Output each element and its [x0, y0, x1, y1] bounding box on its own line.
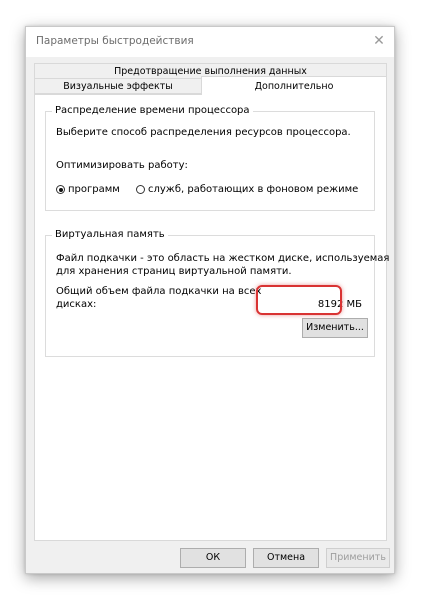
radio-programs[interactable] [56, 185, 65, 194]
apply-button[interactable]: Применить [326, 548, 390, 568]
virtual-memory-desc-line1: Файл подкачки - это область на жестком д… [56, 253, 390, 264]
change-button[interactable]: Изменить... [302, 318, 368, 338]
close-icon[interactable]: ✕ [370, 32, 388, 50]
tab-advanced[interactable]: Дополнительно [201, 76, 387, 95]
optimize-label: Оптимизировать работу: [56, 160, 188, 171]
radio-background-services[interactable] [136, 185, 145, 194]
paging-total-label-line1: Общий объем файла подкачки на всех [56, 286, 262, 297]
radio-programs-label[interactable]: программ [68, 183, 120, 196]
virtual-memory-desc-line2: для хранения страниц виртуальной памяти. [56, 266, 292, 277]
change-button-highlight [256, 285, 342, 315]
paging-total-label-line2: дисках: [56, 299, 97, 310]
radio-background-services-label[interactable]: служб, работающих в фоновом режиме [148, 183, 358, 196]
title-bar: Параметры быстродействия ✕ [26, 27, 394, 57]
window-title: Параметры быстродействия [36, 35, 194, 47]
advanced-tab-panel: Распределение времени процессора Выберит… [34, 94, 390, 541]
virtual-memory-group-title: Виртуальная память [52, 228, 168, 242]
cancel-button[interactable]: Отмена [253, 548, 319, 568]
cpu-group-title: Распределение времени процессора [52, 104, 253, 118]
ok-button[interactable]: ОК [180, 548, 246, 568]
tab-visual-effects[interactable]: Визуальные эффекты [34, 78, 202, 94]
cpu-scheduling-group: Распределение времени процессора Выберит… [45, 104, 375, 211]
cpu-description: Выберите способ распределения ресурсов п… [56, 127, 351, 138]
